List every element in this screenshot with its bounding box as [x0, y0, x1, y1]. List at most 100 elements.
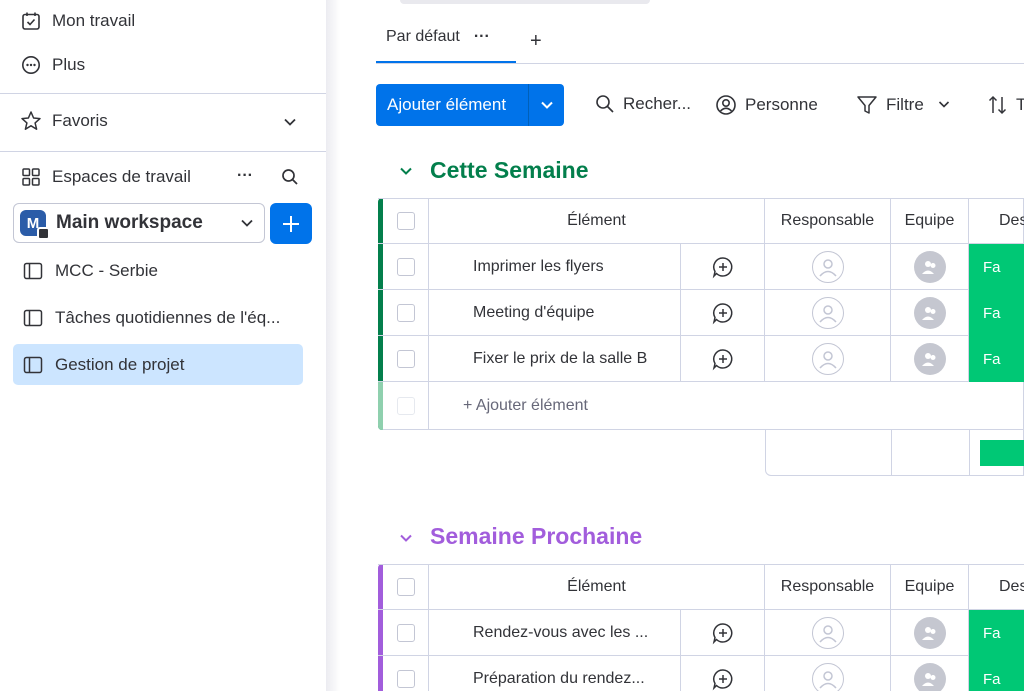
column-header-owner[interactable]: Responsable: [765, 198, 891, 244]
column-header-team[interactable]: Equipe: [891, 564, 969, 610]
column-header-team[interactable]: Equipe: [891, 198, 969, 244]
status-summary-bar[interactable]: [980, 440, 1024, 466]
calendar-check-icon: [20, 10, 42, 32]
item-name[interactable]: Fixer le prix de la salle B: [429, 336, 681, 382]
table-row[interactable]: Meeting d'équipe Fa: [378, 290, 1024, 336]
row-checkbox[interactable]: [396, 304, 415, 322]
group-title[interactable]: Semaine Prochaine: [430, 523, 642, 550]
nav-favorites[interactable]: Favoris: [20, 110, 108, 132]
nav-my-work-label: Mon travail: [52, 11, 136, 30]
summary-divider: [891, 430, 892, 476]
sidebar-item-board[interactable]: MCC - Serbie: [13, 250, 303, 291]
item-name[interactable]: Imprimer les flyers: [429, 244, 681, 290]
team-cell[interactable]: [891, 610, 969, 656]
person-placeholder-icon: [811, 297, 844, 329]
column-header-item[interactable]: Élément: [429, 564, 765, 610]
status-badge[interactable]: Fa: [969, 656, 1024, 691]
item-name[interactable]: Préparation du rendez...: [429, 656, 681, 691]
add-update-icon[interactable]: [681, 244, 765, 290]
tab-more-button[interactable]: ···: [474, 28, 490, 46]
owner-cell[interactable]: [765, 244, 891, 290]
chevron-down-icon[interactable]: [283, 115, 297, 134]
sidebar-item-board-active[interactable]: Gestion de projet: [13, 344, 303, 385]
row-checkbox[interactable]: [396, 670, 415, 688]
item-name[interactable]: Meeting d'équipe: [429, 290, 681, 336]
chevron-down-icon[interactable]: [398, 530, 414, 551]
owner-cell[interactable]: [765, 336, 891, 382]
owner-cell[interactable]: [765, 610, 891, 656]
row-checkbox[interactable]: [396, 350, 415, 368]
app-root: Mon travail Plus Favoris Espaces de trav…: [0, 0, 1024, 691]
nav-favorites-label: Favoris: [52, 111, 108, 130]
row-checkbox[interactable]: [396, 258, 415, 276]
workspaces-more-button[interactable]: ···: [237, 167, 253, 185]
table-header-row: Élément Responsable Equipe Des: [378, 198, 1024, 244]
active-tab-indicator: [376, 61, 516, 63]
more-circle-icon: [20, 54, 42, 76]
sort-button[interactable]: T: [988, 94, 1024, 116]
filter-button[interactable]: Filtre: [856, 94, 950, 116]
add-item-input[interactable]: + Ajouter élément: [429, 382, 1024, 430]
search-icon[interactable]: [281, 168, 299, 191]
row-select-cell: [383, 290, 429, 336]
chevron-down-icon[interactable]: [398, 163, 414, 184]
sidebar-item-board[interactable]: Tâches quotidiennes de l'éq...: [13, 297, 303, 338]
add-update-icon[interactable]: [681, 656, 765, 691]
add-update-icon[interactable]: [681, 290, 765, 336]
column-header-item[interactable]: Élément: [429, 198, 765, 244]
add-update-icon[interactable]: [681, 336, 765, 382]
search-icon: [595, 94, 615, 114]
person-label: Personne: [745, 95, 818, 114]
sidebar-item-label: MCC - Serbie: [55, 260, 158, 280]
tab-default-view[interactable]: Par défaut ···: [386, 28, 490, 46]
team-placeholder-icon: [913, 663, 946, 691]
add-update-icon[interactable]: [681, 610, 765, 656]
column-header-owner[interactable]: Responsable: [765, 564, 891, 610]
search-button[interactable]: Recher...: [595, 94, 691, 114]
table-row[interactable]: Rendez-vous avec les ... Fa: [378, 610, 1024, 656]
add-workspace-item-button[interactable]: [270, 203, 312, 244]
owner-cell[interactable]: [765, 656, 891, 691]
summary-divider: [969, 430, 970, 476]
add-view-button[interactable]: +: [530, 30, 542, 53]
workspace-selector[interactable]: M Main workspace: [13, 203, 265, 243]
column-header-description[interactable]: Des: [969, 198, 1024, 244]
team-placeholder-icon: [913, 251, 946, 283]
item-name[interactable]: Rendez-vous avec les ...: [429, 610, 681, 656]
star-icon: [20, 110, 42, 132]
group-summary-row: [765, 430, 1024, 476]
table-row[interactable]: Préparation du rendez... Fa: [378, 656, 1024, 691]
sidebar: Mon travail Plus Favoris Espaces de trav…: [0, 0, 326, 691]
add-item-row[interactable]: + Ajouter élément: [378, 382, 1024, 430]
column-header-description[interactable]: Des: [969, 564, 1024, 610]
team-cell[interactable]: [891, 336, 969, 382]
status-badge[interactable]: Fa: [969, 610, 1024, 656]
group-title[interactable]: Cette Semaine: [430, 157, 589, 184]
chevron-down-icon: [240, 216, 254, 235]
select-all-checkbox[interactable]: [396, 212, 415, 230]
table-row[interactable]: Fixer le prix de la salle B Fa: [378, 336, 1024, 382]
sort-label: T: [1016, 95, 1024, 114]
add-item-label: Ajouter élément: [387, 95, 507, 114]
team-cell[interactable]: [891, 290, 969, 336]
select-all-checkbox[interactable]: [396, 578, 415, 596]
nav-more[interactable]: Plus: [20, 54, 85, 76]
chevron-down-icon[interactable]: [529, 98, 564, 112]
owner-cell[interactable]: [765, 290, 891, 336]
tab-label: Par défaut: [386, 28, 460, 45]
team-cell[interactable]: [891, 244, 969, 290]
status-badge[interactable]: Fa: [969, 290, 1024, 336]
nav-my-work[interactable]: Mon travail: [20, 10, 135, 32]
team-cell[interactable]: [891, 656, 969, 691]
sidebar-item-label: Tâches quotidiennes de l'éq...: [55, 307, 281, 327]
add-item-button[interactable]: Ajouter élément: [376, 84, 564, 126]
team-placeholder-icon: [913, 343, 946, 375]
status-badge[interactable]: Fa: [969, 244, 1024, 290]
table-row[interactable]: Imprimer les flyers Fa: [378, 244, 1024, 290]
person-filter-button[interactable]: Personne: [715, 94, 818, 116]
chevron-down-icon: [938, 95, 950, 115]
status-badge[interactable]: Fa: [969, 336, 1024, 382]
workspace-logo: M: [20, 210, 50, 240]
plus-icon: [283, 215, 299, 232]
row-checkbox[interactable]: [396, 624, 415, 642]
